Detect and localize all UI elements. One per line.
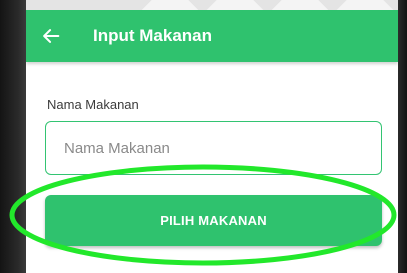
arrow-left-icon[interactable]	[40, 25, 62, 47]
food-name-input[interactable]	[45, 121, 382, 175]
app-screen: Input Makanan Nama Makanan PILIH MAKANAN	[26, 10, 398, 273]
pick-food-button[interactable]: PILIH MAKANAN	[45, 195, 382, 246]
device-bezel-left	[0, 0, 26, 273]
device-bezel-right	[398, 0, 407, 273]
app-bar: Input Makanan	[26, 10, 398, 62]
page-title: Input Makanan	[93, 26, 213, 45]
food-name-label: Nama Makanan	[47, 97, 139, 112]
